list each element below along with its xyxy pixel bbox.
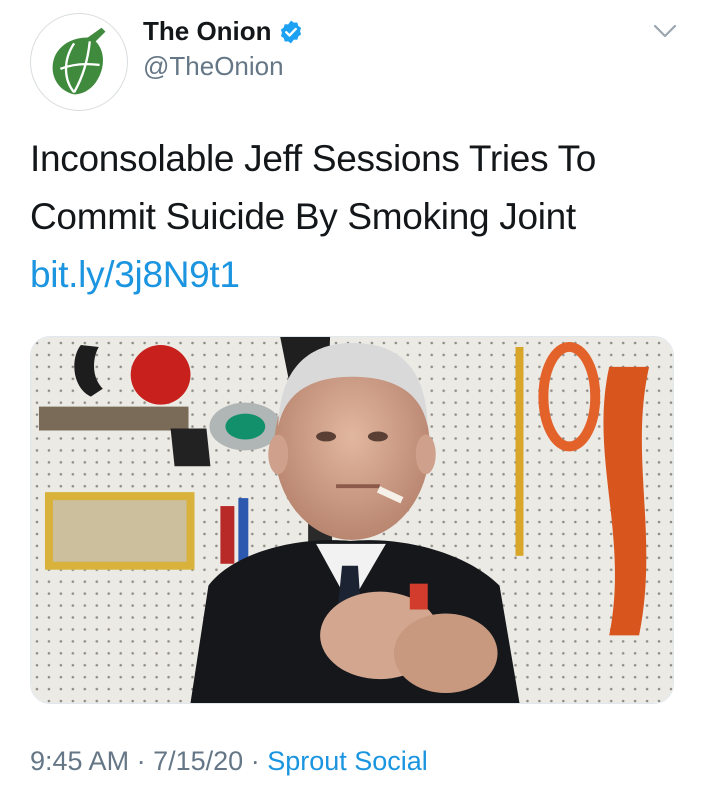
tweet-text: Inconsolable Jeff Sessions Tries To Comm… [30,130,680,304]
tweet-media-image[interactable] [30,336,674,704]
author-name[interactable]: The Onion [143,16,272,47]
tweet-text-line: Commit Suicide By Smoking Joint [30,196,576,237]
display-name[interactable]: The Onion [143,16,304,47]
meta-separator: · [250,746,260,776]
chevron-down-icon[interactable] [652,20,678,42]
tweet-time[interactable]: 9:45 AM [30,746,129,776]
verified-badge-icon [280,20,301,43]
tweet-text-line: Inconsolable Jeff Sessions Tries To [30,138,597,179]
tweet-date[interactable]: 7/15/20 [153,746,243,776]
pegboard-photo [31,337,673,703]
tweet-source-link[interactable]: Sprout Social [267,746,428,776]
author-handle[interactable]: @TheOnion [143,51,284,82]
onion-logo-icon [31,14,127,110]
tweet-meta: 9:45 AM · 7/15/20 · Sprout Social [30,746,428,777]
avatar[interactable] [30,13,128,111]
tweet-link[interactable]: bit.ly/3j8N9t1 [30,246,680,304]
meta-separator: · [136,746,146,776]
